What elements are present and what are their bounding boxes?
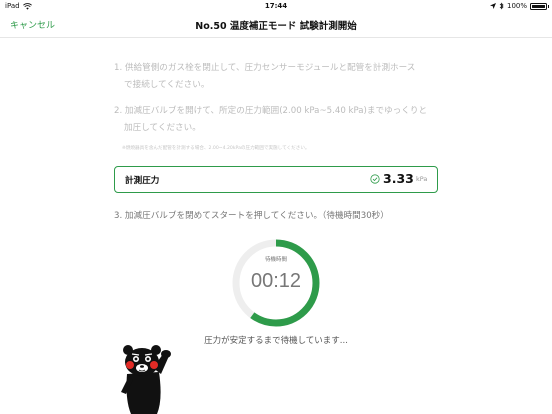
instruction-step-3: 3. 加減圧バルブを閉めてスタートを押してください。（待機時間30秒） bbox=[114, 211, 389, 221]
instruction-step-1: 1. 供給管側のガス栓を閉止して、圧力センサーモジュールと配管を計測ホース で接… bbox=[114, 60, 444, 94]
battery-percent: 100% bbox=[506, 2, 527, 10]
waiting-message: 圧力が安定するまで待機しています... bbox=[204, 336, 348, 346]
status-bar: iPad 17:44 100% bbox=[0, 0, 552, 12]
pressure-value: 3.33 bbox=[383, 171, 414, 186]
pressure-unit: kPa bbox=[416, 175, 428, 183]
check-circle-icon bbox=[370, 174, 380, 184]
instruction-step-2: 2. 加減圧バルブを開けて、所定の圧力範囲(2.00 kPa~5.40 kPa)… bbox=[114, 103, 444, 137]
step-1-line-2: で接続してください。 bbox=[124, 80, 210, 90]
status-right: 100% bbox=[489, 2, 549, 10]
bluetooth-icon bbox=[499, 2, 504, 10]
step-2-line-2: 加圧してください。 bbox=[124, 123, 201, 133]
location-arrow-icon bbox=[489, 3, 496, 9]
status-time: 17:44 bbox=[264, 2, 288, 10]
countdown-time: 00:12 bbox=[250, 270, 302, 292]
battery-icon bbox=[530, 2, 549, 10]
page-title: No.50 温度補正モード 試験計測開始 bbox=[195, 21, 357, 32]
countdown-label: 待機時間 bbox=[264, 257, 287, 263]
step-2-note: ※燃焼器具を含んだ配管を計測する場合、2.00~4.20kPaの圧力範囲で実施し… bbox=[122, 146, 310, 151]
nav-bar: キャンセル No.50 温度補正モード 試験計測開始 bbox=[0, 12, 552, 38]
step-1-line-1: 1. 供給管側のガス栓を閉止して、圧力センサーモジュールと配管を計測ホース bbox=[114, 63, 416, 73]
step-2-line-1: 2. 加減圧バルブを開けて、所定の圧力範囲(2.00 kPa~5.40 kPa)… bbox=[114, 106, 428, 116]
pressure-label: 計測圧力 bbox=[125, 176, 160, 186]
kumamon-mascot bbox=[121, 345, 171, 414]
measured-pressure-panel: 計測圧力 3.33 kPa bbox=[114, 166, 438, 193]
